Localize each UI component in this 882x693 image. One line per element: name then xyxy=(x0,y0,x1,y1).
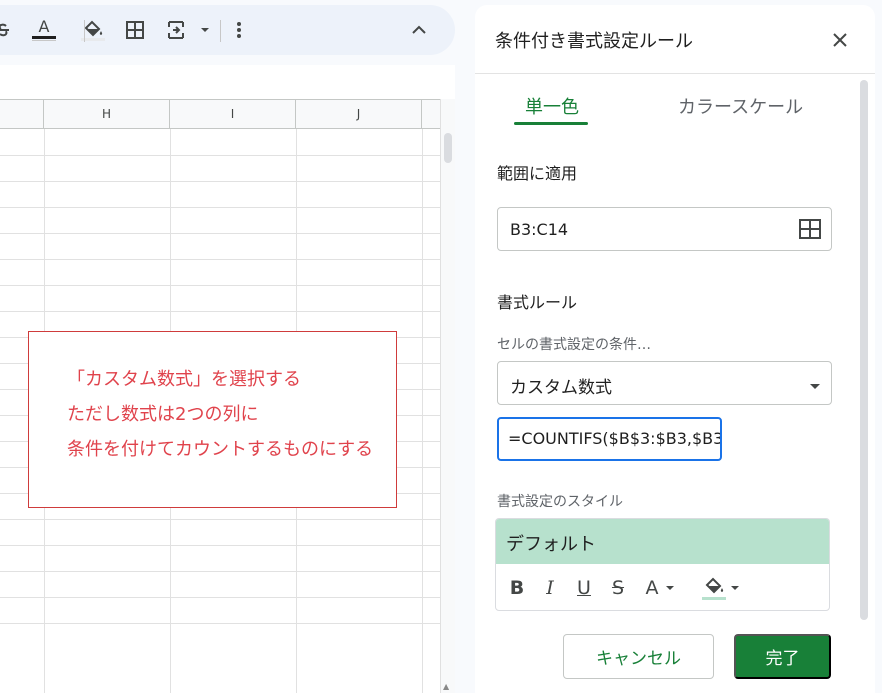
text-color-icon[interactable]: A xyxy=(28,5,60,55)
row-gridline xyxy=(0,155,440,156)
row-gridline xyxy=(0,571,440,572)
format-rules-heading: 書式ルール xyxy=(497,293,578,312)
callout-line-3: 条件を付けてカウントするものにする xyxy=(67,439,374,460)
app-root: A H I J ▲ 「カスタム数式」を選択する ただし数式は2つの列に 条件を付… xyxy=(0,0,882,693)
column-header-g[interactable] xyxy=(0,100,44,128)
range-value: B3:C14 xyxy=(510,220,569,239)
row-gridline xyxy=(0,545,440,546)
row-gridline xyxy=(0,597,440,598)
active-tab-indicator xyxy=(514,122,588,125)
done-button[interactable]: 完了 xyxy=(734,634,831,679)
italic-icon[interactable]: I xyxy=(539,575,561,601)
chevron-up-icon[interactable] xyxy=(404,5,434,55)
row-gridline xyxy=(0,181,440,182)
formatting-toolbar: A xyxy=(0,5,455,55)
range-input[interactable]: B3:C14 xyxy=(497,207,832,251)
row-gridline xyxy=(0,259,440,260)
column-header-i[interactable]: I xyxy=(170,100,296,128)
column-gridline xyxy=(422,129,423,693)
scrollbar-thumb[interactable] xyxy=(444,133,452,163)
row-gridline xyxy=(0,519,440,520)
formula-value: =COUNTIFS($B$3:$B3,$B3 xyxy=(508,429,722,448)
row-gridline xyxy=(0,207,440,208)
annotation-callout: 「カスタム数式」を選択する ただし数式は2つの列に 条件を付けてカウントするもの… xyxy=(28,331,397,508)
close-icon[interactable] xyxy=(827,27,853,53)
merge-cells-icon[interactable] xyxy=(163,5,213,55)
row-gridline xyxy=(0,285,440,286)
svg-text:A: A xyxy=(39,17,50,36)
strikethrough-format-icon[interactable]: S xyxy=(607,575,629,601)
condition-value: カスタム数式 xyxy=(510,378,612,398)
borders-icon[interactable] xyxy=(122,5,148,55)
style-preview[interactable]: デフォルト xyxy=(496,519,829,564)
fill-color-icon[interactable] xyxy=(78,5,108,55)
style-toolbar: B I U S A xyxy=(496,564,829,610)
fill-color-format-icon[interactable] xyxy=(700,575,728,601)
text-color-format-icon[interactable]: A xyxy=(641,575,663,601)
column-header-j[interactable]: J xyxy=(296,100,422,128)
vertical-scrollbar[interactable]: ▲ xyxy=(440,99,455,693)
text-color-dropdown-icon[interactable] xyxy=(664,575,676,601)
apply-range-label: 範囲に適用 xyxy=(497,164,578,183)
select-range-icon[interactable] xyxy=(799,219,821,243)
callout-line-1: 「カスタム数式」を選択する xyxy=(67,369,301,390)
row-gridline xyxy=(0,623,440,624)
format-style-box: デフォルト B I U S A xyxy=(495,518,830,611)
scroll-up-arrow-icon[interactable]: ▲ xyxy=(443,682,449,691)
row-gridline xyxy=(0,233,440,234)
panel-divider xyxy=(475,73,875,74)
conditional-format-panel: 条件付き書式設定ルール 単一色 カラースケール 範囲に適用 B3:C14 書式ル… xyxy=(475,5,875,693)
condition-select[interactable]: カスタム数式 xyxy=(497,361,832,405)
tab-color-scale[interactable]: カラースケール xyxy=(678,93,803,119)
more-vert-icon[interactable] xyxy=(228,5,250,55)
panel-title: 条件付き書式設定ルール xyxy=(495,31,693,52)
tab-single-color[interactable]: 単一色 xyxy=(525,93,579,119)
panel-scrollbar[interactable] xyxy=(860,80,868,620)
format-style-label: 書式設定のスタイル xyxy=(497,494,623,510)
underline-icon[interactable]: U xyxy=(573,575,595,601)
fill-color-dropdown-icon[interactable] xyxy=(729,575,741,601)
style-preview-text: デフォルト xyxy=(506,534,596,555)
custom-formula-input[interactable]: =COUNTIFS($B$3:$B3,$B3 xyxy=(497,417,722,461)
dropdown-arrow-icon xyxy=(809,376,821,395)
bold-icon[interactable]: B xyxy=(506,575,528,601)
cancel-button[interactable]: キャンセル xyxy=(563,634,714,679)
column-header-row: H I J xyxy=(0,99,440,129)
row-gridline xyxy=(0,311,440,312)
callout-line-2: ただし数式は2つの列に xyxy=(67,404,259,425)
strikethrough-icon[interactable] xyxy=(0,5,14,55)
column-header-h[interactable]: H xyxy=(44,100,170,128)
condition-label: セルの書式設定の条件… xyxy=(497,337,651,353)
